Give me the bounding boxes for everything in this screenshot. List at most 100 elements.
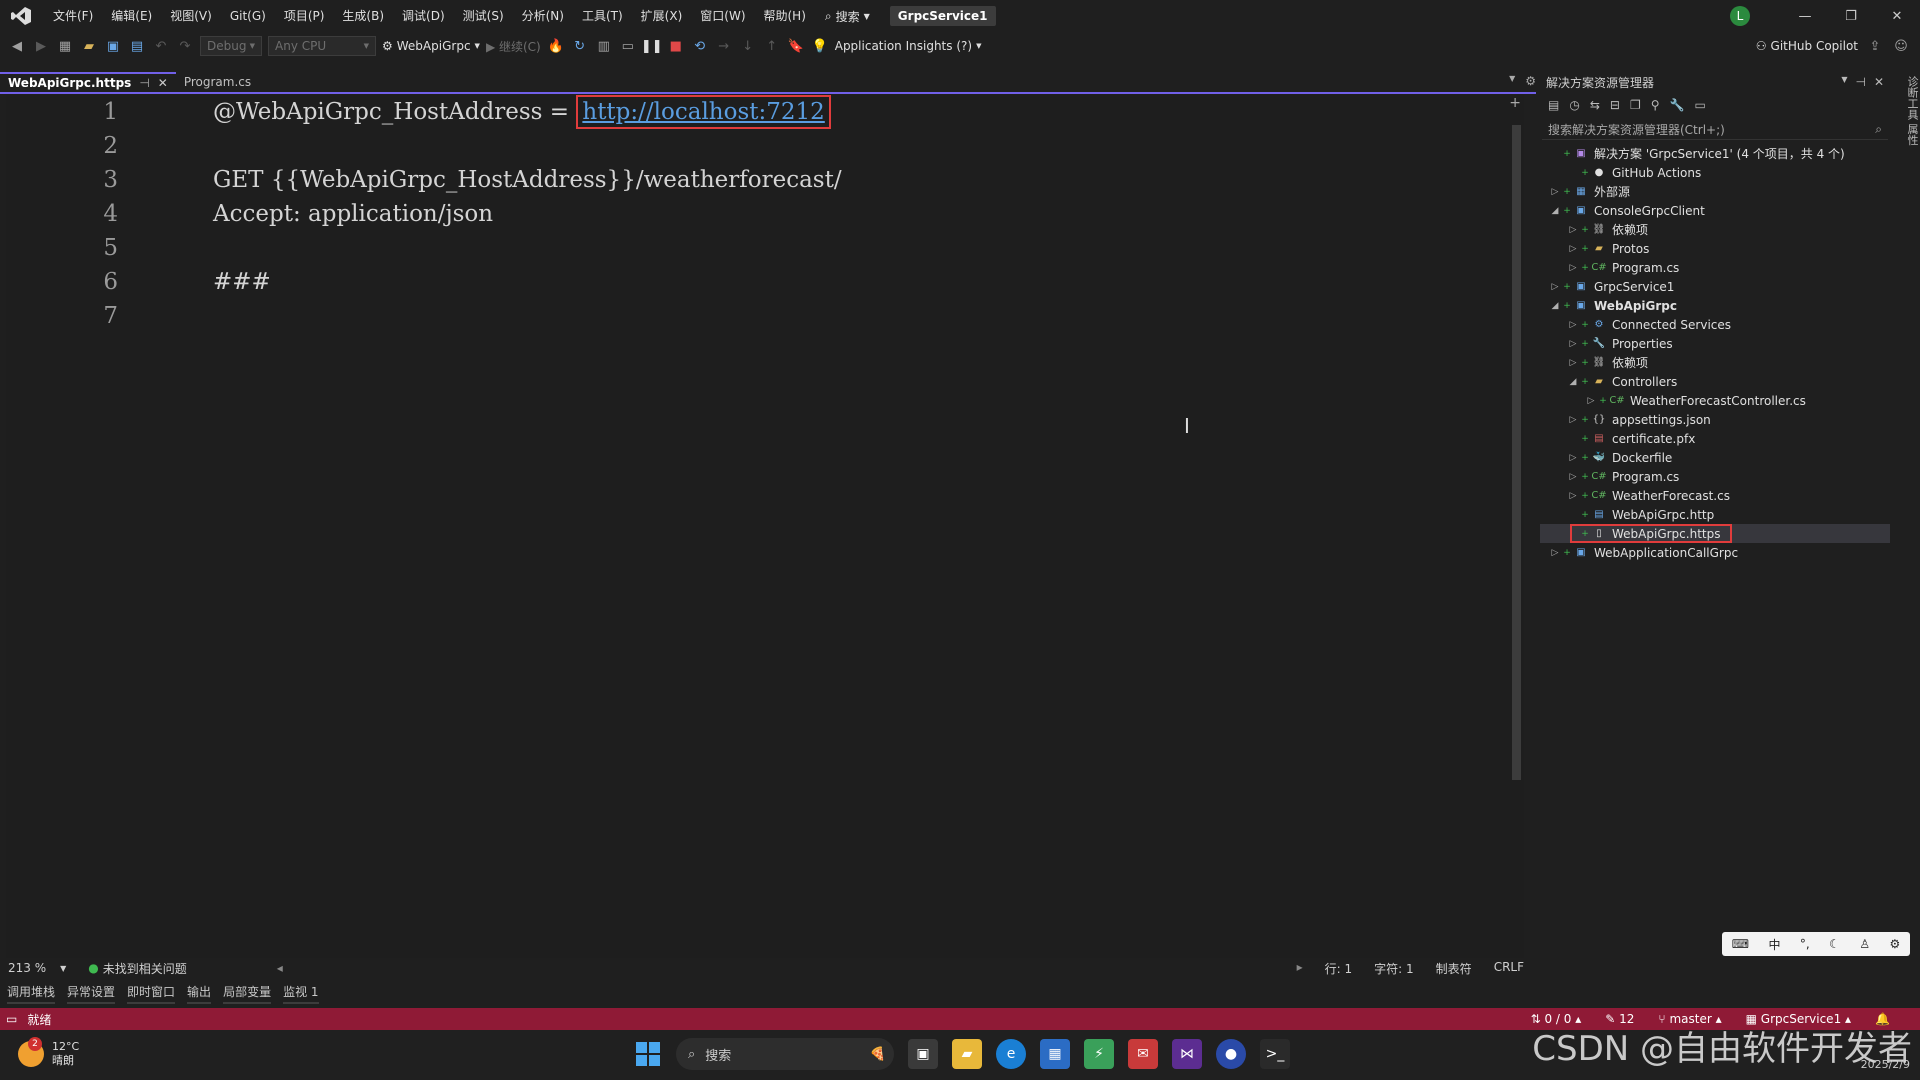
- visual-studio-logo-icon[interactable]: [10, 5, 32, 27]
- menu-item[interactable]: 测试(S): [454, 0, 513, 32]
- editor-vertical-scrollbar[interactable]: +: [1508, 95, 1524, 960]
- file-explorer-icon[interactable]: ▰: [952, 1039, 982, 1069]
- pin-icon[interactable]: ⊣: [1855, 75, 1865, 89]
- mail-app-icon[interactable]: ✉: [1128, 1039, 1158, 1069]
- tree-item[interactable]: ▷ + C# WeatherForecast.cs: [1540, 486, 1890, 505]
- close-button[interactable]: ✕: [1874, 0, 1920, 32]
- tree-item[interactable]: ▷ + ▣ GrpcService1: [1540, 277, 1890, 296]
- tree-item[interactable]: ▷ + 🐳 Dockerfile: [1540, 448, 1890, 467]
- new-project-icon[interactable]: ▦: [56, 37, 74, 55]
- expanded-arrow-icon[interactable]: ◢: [1566, 377, 1580, 387]
- pause-icon[interactable]: ❚❚: [641, 37, 663, 55]
- tab-list-dropdown-icon[interactable]: ▼: [1509, 74, 1515, 88]
- properties-wrench-icon[interactable]: 🔧: [1670, 98, 1685, 112]
- menu-item[interactable]: 帮助(H): [755, 0, 815, 32]
- restart-icon[interactable]: ⟲: [691, 37, 709, 55]
- feedback-icon[interactable]: ☺: [1892, 37, 1910, 55]
- expanded-arrow-icon[interactable]: ◢: [1548, 301, 1562, 311]
- tree-item[interactable]: ▷ + ▰ Protos: [1540, 239, 1890, 258]
- tree-item[interactable]: ◢ + ▣ ConsoleGrpcClient: [1540, 201, 1890, 220]
- menu-item[interactable]: 文件(F): [44, 0, 102, 32]
- tree-item[interactable]: + ▤ certificate.pfx: [1540, 429, 1890, 448]
- expanded-arrow-icon[interactable]: ◢: [1548, 206, 1562, 216]
- startup-project-select[interactable]: ⚙ WebApiGrpc ▼: [382, 39, 480, 53]
- tab-call-stack[interactable]: 调用堆栈: [7, 983, 56, 1004]
- menu-item[interactable]: 生成(B): [333, 0, 393, 32]
- chevron-down-icon[interactable]: ▼: [1841, 75, 1847, 89]
- app-icon[interactable]: ⚡: [1084, 1039, 1114, 1069]
- menu-item[interactable]: 项目(P): [275, 0, 334, 32]
- menu-item[interactable]: 视图(V): [161, 0, 221, 32]
- sync-icon[interactable]: ⇆: [1590, 98, 1600, 112]
- visual-studio-taskbar-icon[interactable]: ⋈: [1172, 1039, 1202, 1069]
- open-folder-icon[interactable]: ▰: [80, 37, 98, 55]
- collapsed-arrow-icon[interactable]: ▷: [1566, 244, 1580, 254]
- eol-indicator[interactable]: CRLF: [1494, 960, 1524, 977]
- forward-icon[interactable]: ▶: [32, 37, 50, 55]
- settings-icon[interactable]: ⚙: [1525, 74, 1536, 88]
- weather-widget[interactable]: 2 12°C 晴朗: [18, 1037, 79, 1068]
- collapsed-arrow-icon[interactable]: ▷: [1566, 415, 1580, 425]
- collapsed-arrow-icon[interactable]: ▷: [1566, 225, 1580, 235]
- menu-item[interactable]: 调试(D): [393, 0, 454, 32]
- lightbulb-icon[interactable]: 💡: [811, 37, 829, 55]
- switch-views-icon[interactable]: ▤: [1548, 98, 1559, 112]
- save-icon[interactable]: ▣: [104, 37, 122, 55]
- moon-icon[interactable]: ☾: [1829, 937, 1840, 951]
- tab-program-cs[interactable]: Program.cs: [176, 72, 259, 92]
- menu-item[interactable]: 扩展(X): [632, 0, 692, 32]
- tab-exception-settings[interactable]: 异常设置: [67, 983, 116, 1004]
- settings-icon[interactable]: ⚙: [1890, 937, 1901, 951]
- zoom-level[interactable]: 213 %: [8, 961, 46, 975]
- tree-item[interactable]: + ▣ 解决方案 'GrpcService1' (4 个项目，共 4 个): [1540, 144, 1890, 163]
- continue-button[interactable]: ▶ 继续(C): [486, 38, 541, 55]
- step-out-icon[interactable]: ↑: [763, 37, 781, 55]
- split-editor-icon[interactable]: +: [1509, 95, 1521, 111]
- output-icon[interactable]: ▭: [6, 1012, 17, 1026]
- tab-locals[interactable]: 局部变量: [223, 983, 272, 1004]
- tree-item[interactable]: ▷ + ⛓ 依赖项: [1540, 220, 1890, 239]
- tab-output[interactable]: 输出: [187, 983, 212, 1004]
- task-view-icon[interactable]: ▣: [908, 1039, 938, 1069]
- tree-item[interactable]: ◢ + ▰ Controllers: [1540, 372, 1890, 391]
- collapsed-arrow-icon[interactable]: ▷: [1566, 472, 1580, 482]
- github-copilot-button[interactable]: ⚇ GitHub Copilot: [1756, 39, 1858, 53]
- tree-item[interactable]: + ▤ WebApiGrpc.http: [1540, 505, 1890, 524]
- menu-item[interactable]: 分析(N): [513, 0, 573, 32]
- redo-icon[interactable]: ↷: [176, 37, 194, 55]
- collapsed-arrow-icon[interactable]: ▷: [1584, 396, 1598, 406]
- menu-item[interactable]: 窗口(W): [691, 0, 754, 32]
- store-icon[interactable]: ▦: [1040, 1039, 1070, 1069]
- ime-toolbar[interactable]: ⌨ 中 °, ☾ ♙ ⚙: [1722, 932, 1910, 956]
- platform-select[interactable]: Any CPU ▼: [268, 36, 376, 56]
- preview-icon[interactable]: ▭: [1694, 98, 1705, 112]
- close-icon[interactable]: ✕: [158, 76, 168, 90]
- scrollbar-thumb[interactable]: [1512, 125, 1521, 780]
- code-line-5[interactable]: [213, 231, 842, 265]
- chrome-browser-icon[interactable]: ●: [1216, 1039, 1246, 1069]
- collapsed-arrow-icon[interactable]: ▷: [1548, 187, 1562, 197]
- collapsed-arrow-icon[interactable]: ▷: [1566, 263, 1580, 273]
- code-line-7[interactable]: [213, 299, 842, 333]
- tab-immediate-window[interactable]: 即时窗口: [127, 983, 176, 1004]
- history-icon[interactable]: ◷: [1569, 98, 1579, 112]
- issues-status[interactable]: 未找到相关问题: [103, 960, 187, 977]
- tab-watch-1[interactable]: 监视 1: [283, 983, 319, 1004]
- scroll-right-icon[interactable]: ▸: [1297, 960, 1303, 977]
- tree-item[interactable]: ▷ + ⛓ 依赖项: [1540, 353, 1890, 372]
- close-icon[interactable]: ✕: [1874, 75, 1884, 89]
- refresh-icon[interactable]: ↻: [571, 37, 589, 55]
- tree-item[interactable]: ▷ + C# WeatherForecastController.cs: [1540, 391, 1890, 410]
- browse-icon[interactable]: ▥: [595, 37, 613, 55]
- minimize-button[interactable]: —: [1782, 0, 1828, 32]
- tree-item[interactable]: ▷ + ⚙ Connected Services: [1540, 315, 1890, 334]
- code-line-4[interactable]: Accept: application/json: [213, 197, 842, 231]
- collapsed-arrow-icon[interactable]: ▷: [1566, 358, 1580, 368]
- tab-webapigrpc-https[interactable]: WebApiGrpc.https ⊣ ✕: [0, 72, 176, 92]
- search-button[interactable]: ⌕ 搜索 ▼: [815, 8, 880, 25]
- tabs-indicator[interactable]: 制表符: [1436, 960, 1472, 977]
- tree-item[interactable]: ◢ + ▣ WebApiGrpc: [1540, 296, 1890, 315]
- code-line-3[interactable]: GET {{WebApiGrpc_HostAddress}}/weatherfo…: [213, 163, 842, 197]
- user-icon[interactable]: ♙: [1859, 937, 1870, 951]
- start-button[interactable]: [634, 1040, 662, 1068]
